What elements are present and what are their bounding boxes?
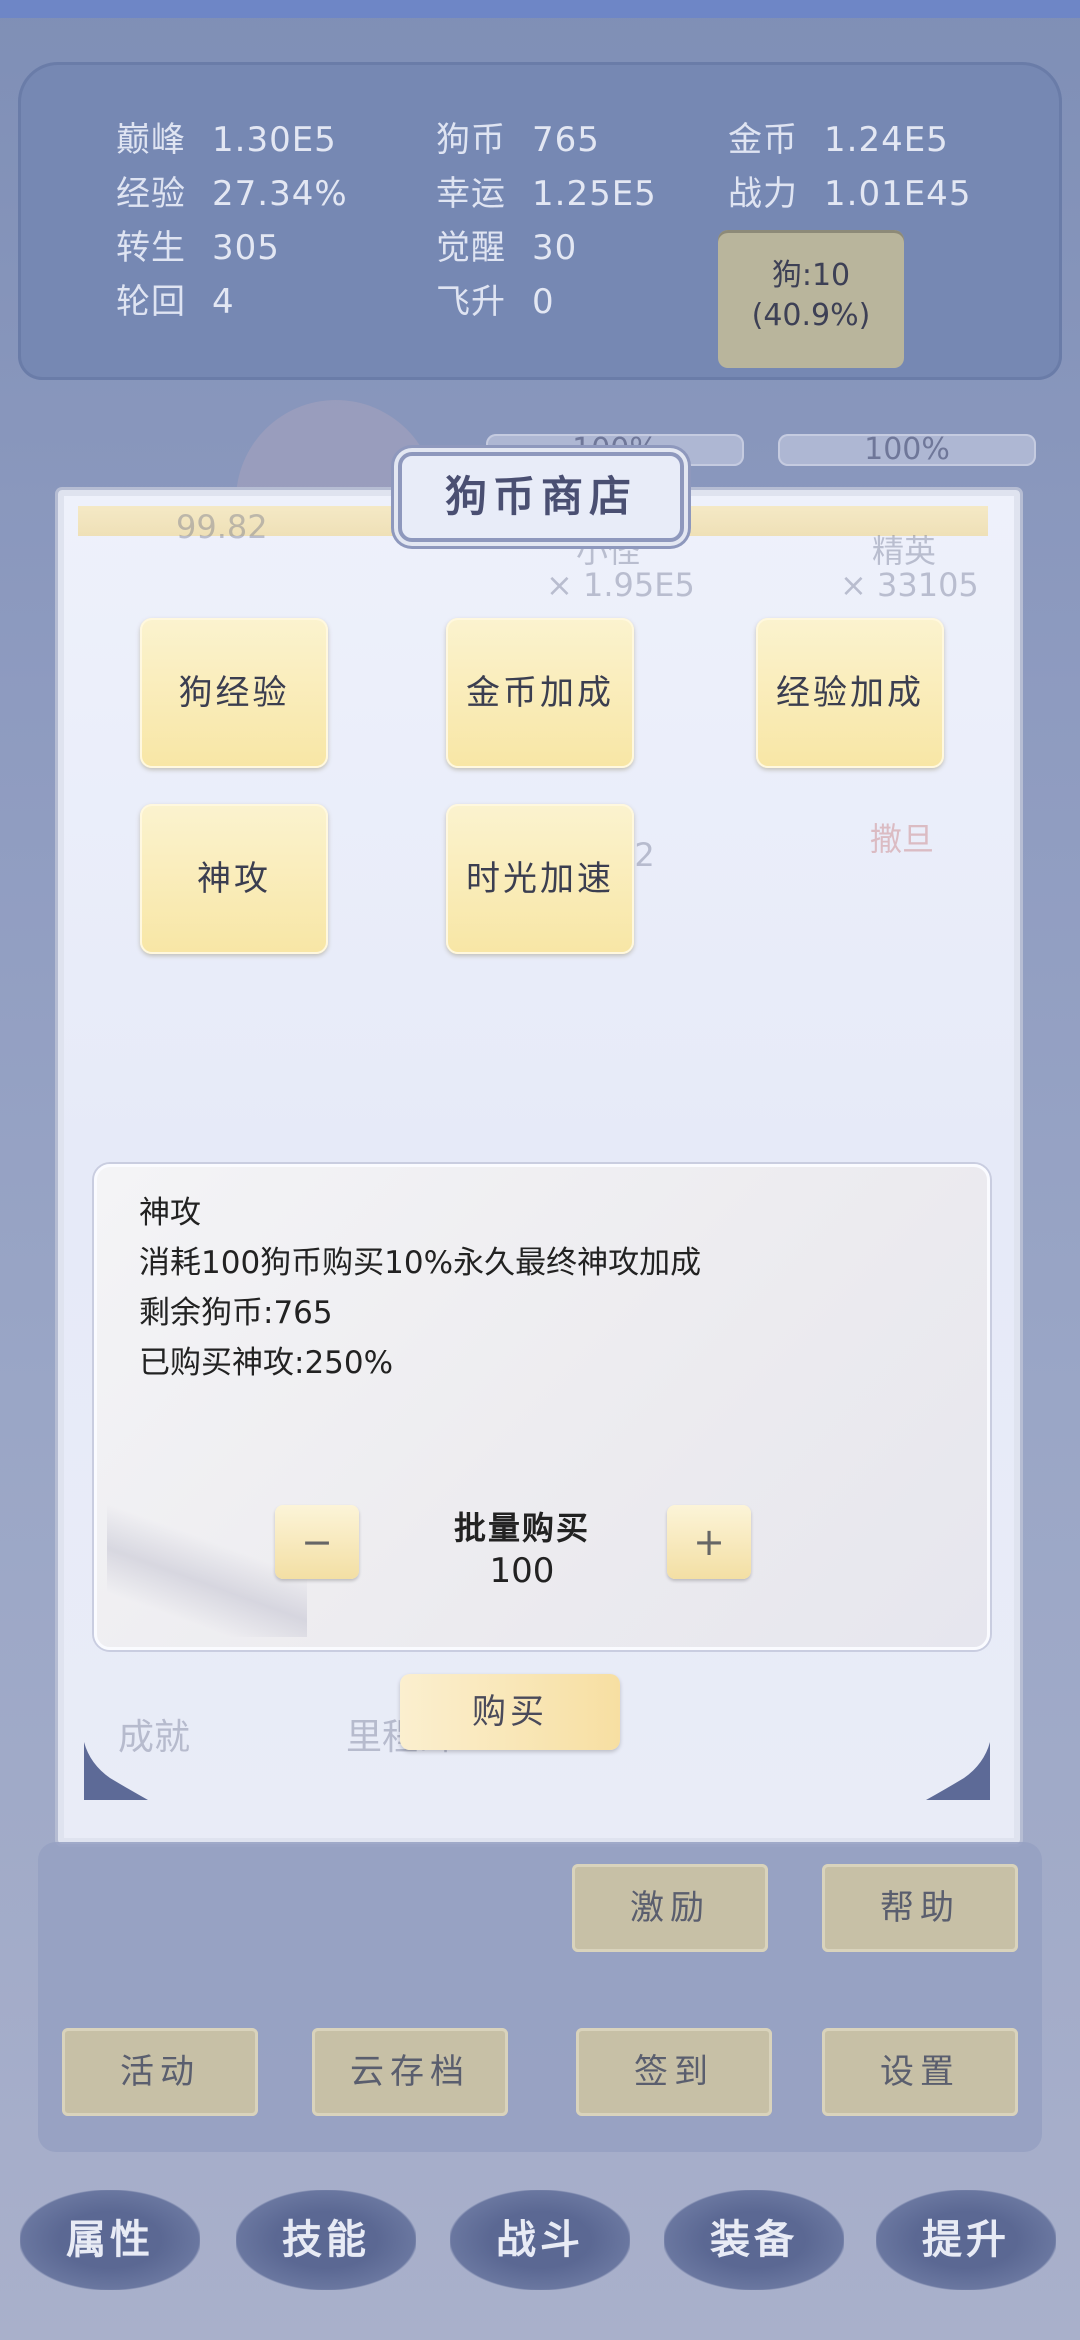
shop-item-gold-bonus[interactable]: 金币加成 — [446, 618, 634, 768]
incentive-button[interactable]: 激励 — [572, 1864, 768, 1952]
detail-cost-line: 消耗100狗币购买10%永久最终神攻加成 — [139, 1245, 702, 1281]
batch-purchase-label: 批量购买 — [453, 1509, 590, 1547]
shop-item-dog-exp[interactable]: 狗经验 — [140, 618, 328, 768]
shop-item-time-accelerate[interactable]: 时光加速 — [446, 804, 634, 954]
tab-equipment[interactable]: 装备 — [664, 2190, 844, 2290]
settings-button[interactable]: 设置 — [822, 2028, 1018, 2116]
top-strip — [0, 0, 1080, 18]
stat-reincarnation: 轮回 4 — [116, 282, 235, 322]
tab-battle[interactable]: 战斗 — [450, 2190, 630, 2290]
detail-item-name: 神攻 — [139, 1195, 201, 1231]
detail-remaining-coins: 剩余狗币:765 — [139, 1295, 333, 1331]
stat-awaken: 觉醒 30 — [436, 228, 578, 268]
stat-exp: 经验 27.34% — [116, 174, 348, 214]
tab-upgrade[interactable]: 提升 — [876, 2190, 1056, 2290]
shop-item-exp-bonus[interactable]: 经验加成 — [756, 618, 944, 768]
stat-rebirth: 转生 305 — [116, 228, 280, 268]
stat-peak: 巅峰 1.30E5 — [116, 120, 337, 160]
item-description-panel: 神攻 消耗100狗币购买10%永久最终神攻加成 剩余狗币:765 已购买神攻:2… — [94, 1164, 990, 1650]
tab-skills[interactable]: 技能 — [236, 2190, 416, 2290]
ghost-boss-name: 撒旦 — [870, 820, 935, 858]
dog-level-percent: (40.9%) — [751, 298, 871, 333]
stat-dog-coin: 狗币 765 — [436, 120, 600, 160]
ghost-elite-count: × 33105 — [840, 566, 979, 604]
ghost-monster-count: × 1.95E5 — [546, 566, 695, 604]
stat-gold: 金币 1.24E5 — [728, 120, 949, 160]
decrease-quantity-button[interactable]: − — [275, 1505, 359, 1579]
cloud-save-button[interactable]: 云存档 — [312, 2028, 508, 2116]
corner-ornament-left-icon — [84, 1742, 148, 1800]
batch-purchase-group: 批量购买 100 — [397, 1503, 647, 1591]
shop-item-divine-attack[interactable]: 神攻 — [140, 804, 328, 954]
dog-level-text: 狗:10 — [771, 258, 851, 293]
help-button[interactable]: 帮助 — [822, 1864, 1018, 1952]
corner-ornament-right-icon — [926, 1742, 990, 1800]
activity-button[interactable]: 活动 — [62, 2028, 258, 2116]
detail-purchased: 已购买神攻:250% — [139, 1345, 394, 1381]
batch-quantity-value: 100 — [489, 1551, 555, 1591]
stats-panel: 巅峰 1.30E5 狗币 765 金币 1.24E5 经验 27.34% 幸运 1.25E… — [18, 62, 1062, 380]
tab-attributes[interactable]: 属性 — [20, 2190, 200, 2290]
dog-level-button[interactable]: 狗:10 (40.9%) — [718, 230, 904, 368]
stat-ascend: 飞升 0 — [436, 282, 555, 322]
stat-luck: 幸运 1.25E5 — [436, 174, 657, 214]
stat-power: 战力 1.01E45 — [728, 174, 972, 214]
buy-button[interactable]: 购买 — [400, 1674, 620, 1750]
increase-quantity-button[interactable]: + — [667, 1505, 751, 1579]
progress-bar-right: 100% — [778, 434, 1036, 466]
checkin-button[interactable]: 签到 — [576, 2028, 772, 2116]
modal-title: 狗币商店 — [398, 452, 684, 542]
ghost-value: 99.82 — [176, 508, 268, 546]
